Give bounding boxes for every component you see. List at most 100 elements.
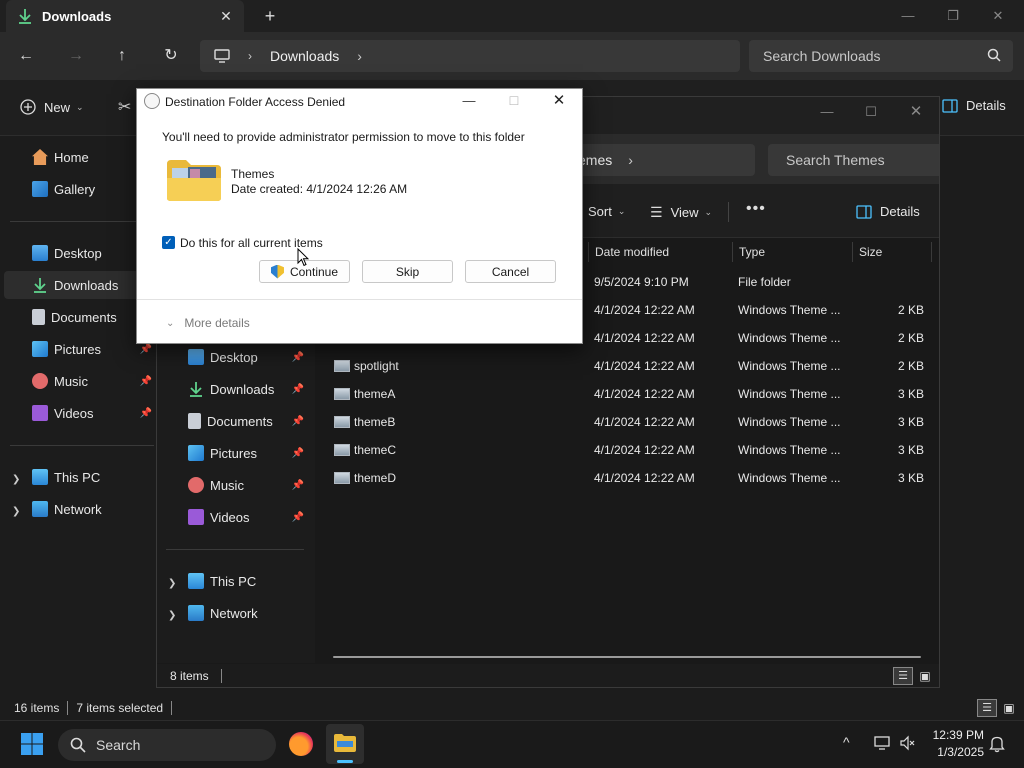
new-tab-icon[interactable]: + (258, 4, 282, 28)
table-row[interactable]: themeA 4/1/2024 12:22 AM Windows Theme .… (330, 380, 930, 408)
sidebar-item-network[interactable]: Network (160, 599, 310, 627)
start-icon[interactable] (20, 732, 44, 756)
themes-search-input[interactable]: Search Themes (768, 144, 939, 176)
chevron-right-icon[interactable]: › (357, 48, 362, 64)
network-status-icon[interactable] (873, 734, 891, 752)
table-row[interactable]: themeC 4/1/2024 12:22 AM Windows Theme .… (330, 436, 930, 464)
column-label: Size (859, 245, 883, 259)
cancel-button[interactable]: Cancel (465, 260, 556, 283)
download-icon (188, 381, 204, 397)
pin-icon[interactable]: 📌 (140, 408, 152, 419)
minimize-icon[interactable]: — (885, 4, 931, 28)
sidebar-item-gallery[interactable]: Gallery (4, 175, 154, 203)
volume-muted-icon[interactable] (899, 734, 917, 752)
tab-close-icon[interactable]: ✕ (218, 8, 234, 24)
restore-icon[interactable]: ❐ (930, 4, 976, 28)
download-icon (18, 8, 32, 24)
pin-icon[interactable]: 📌 (292, 416, 304, 427)
maximize-icon[interactable]: ☐ (848, 100, 894, 124)
close-window-icon[interactable]: ✕ (975, 4, 1021, 28)
details-view-icon[interactable]: ☰ (977, 699, 997, 717)
close-dialog-icon[interactable]: ✕ (548, 91, 570, 111)
more-details-toggle[interactable]: ⌄ More details (166, 316, 250, 330)
sidebar-item-videos[interactable]: Videos 📌 (4, 399, 154, 427)
gallery-icon (32, 181, 48, 197)
pin-icon[interactable]: 📌 (292, 448, 304, 459)
date-cell: 4/1/2024 12:22 AM (594, 471, 695, 485)
document-icon (188, 413, 201, 429)
column-header-size[interactable]: Size (852, 242, 932, 262)
horizontal-scrollbar[interactable] (333, 656, 921, 658)
sidebar-item-music[interactable]: Music 📌 (4, 367, 154, 395)
sidebar-item-music[interactable]: Music 📌 (160, 471, 310, 499)
date-cell: 4/1/2024 12:22 AM (594, 415, 695, 429)
table-row[interactable]: spotlight 4/1/2024 12:22 AM Windows Them… (330, 352, 930, 380)
sidebar-item-this-pc[interactable]: This PC (4, 463, 154, 491)
column-header-date[interactable]: Date modified (588, 242, 732, 262)
item-count: 8 items (170, 668, 209, 683)
sidebar-item-home[interactable]: Home (4, 143, 154, 171)
minimize-icon[interactable]: — (804, 100, 850, 124)
sidebar-item-desktop[interactable]: Desktop 📌 (160, 343, 310, 371)
sidebar-item-desktop[interactable]: Desktop (4, 239, 154, 267)
name-cell: themeB (354, 415, 396, 429)
sidebar-item-videos[interactable]: Videos 📌 (160, 503, 310, 531)
sidebar-item-network[interactable]: Network (4, 495, 154, 523)
details-view-icon[interactable]: ☰ (893, 667, 913, 685)
details-button[interactable]: Details (856, 204, 920, 219)
size-cell: 3 KB (897, 443, 924, 457)
apply-all-checkbox[interactable]: ✓ (162, 236, 175, 249)
back-icon[interactable]: ← (12, 44, 40, 68)
sidebar-item-documents[interactable]: Documents (4, 303, 154, 331)
sidebar-item-downloads[interactable]: Downloads 📌 (160, 375, 310, 403)
address-bar[interactable]: › Downloads › (200, 40, 740, 72)
tiles-view-icon[interactable]: ▣ (999, 699, 1019, 717)
table-row[interactable]: themeB 4/1/2024 12:22 AM Windows Theme .… (330, 408, 930, 436)
forward-icon[interactable]: → (62, 44, 90, 68)
chevron-up-icon[interactable]: ^ (843, 734, 850, 750)
up-icon[interactable]: ↑ (108, 44, 136, 68)
sidebar-item-pictures[interactable]: Pictures 📌 (160, 439, 310, 467)
pin-icon[interactable]: 📌 (292, 480, 304, 491)
notification-bell-icon[interactable] (989, 735, 1005, 753)
more-options-icon[interactable]: ••• (746, 200, 766, 218)
pin-icon[interactable]: 📌 (140, 376, 152, 387)
sidebar-item-documents[interactable]: Documents 📌 (160, 407, 310, 435)
divider (137, 299, 582, 300)
firefox-icon[interactable] (289, 732, 313, 756)
search-input[interactable]: Search Downloads (749, 40, 1013, 72)
download-icon (32, 277, 48, 293)
sidebar-item-downloads[interactable]: Downloads (4, 271, 154, 299)
pin-icon[interactable]: 📌 (292, 384, 304, 395)
sort-button[interactable]: Sort ⌄ (588, 204, 625, 219)
skip-button[interactable]: Skip (362, 260, 453, 283)
table-row[interactable]: themeD 4/1/2024 12:22 AM Windows Theme .… (330, 464, 930, 492)
type-cell: Windows Theme ... (738, 387, 841, 401)
clock-date[interactable]: 1/3/2025 (924, 745, 984, 759)
pin-icon[interactable]: 📌 (292, 512, 304, 523)
taskbar-search[interactable]: Search (58, 729, 276, 761)
sidebar-item-pictures[interactable]: Pictures 📌 (4, 335, 154, 363)
tab-downloads[interactable]: Downloads ✕ (6, 0, 244, 32)
chevron-right-icon[interactable]: › (628, 152, 633, 168)
close-window-icon[interactable]: ✕ (893, 100, 939, 124)
new-button[interactable]: New ⌄ (20, 98, 84, 116)
music-icon (188, 477, 204, 493)
file-explorer-taskbar-button[interactable] (326, 724, 364, 764)
size-cell: 3 KB (897, 387, 924, 401)
sidebar-item-label: Pictures (210, 445, 257, 461)
details-button[interactable]: Details (942, 98, 1006, 113)
pin-icon[interactable]: 📌 (140, 344, 152, 355)
pin-icon[interactable]: 📌 (292, 352, 304, 363)
dialog-message: You'll need to provide administrator per… (162, 130, 525, 144)
column-header-type[interactable]: Type (732, 242, 852, 262)
view-button[interactable]: ☰ View ⌄ (650, 204, 712, 221)
sidebar-item-label: Network (210, 605, 258, 621)
minimize-icon[interactable]: — (458, 92, 480, 110)
clock-time[interactable]: 12:39 PM (924, 728, 984, 742)
tiles-view-icon[interactable]: ▣ (915, 667, 935, 685)
refresh-icon[interactable]: ↻ (157, 44, 185, 68)
details-label: Details (966, 98, 1006, 113)
sidebar-item-this-pc[interactable]: This PC (160, 567, 310, 595)
cut-icon[interactable]: ✂ (118, 97, 131, 117)
